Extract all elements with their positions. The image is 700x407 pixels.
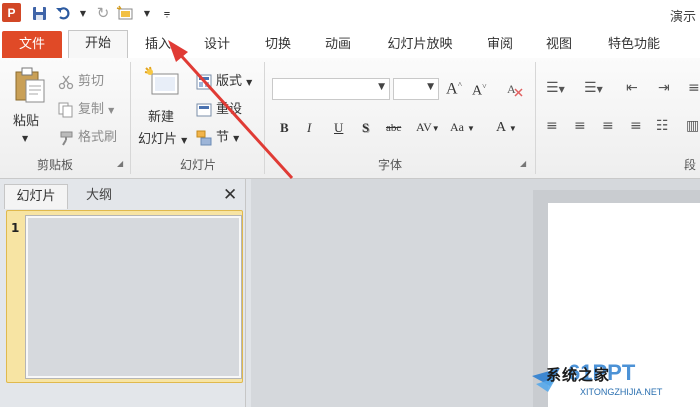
- powerpoint-logo-icon[interactable]: P: [2, 3, 21, 22]
- tab-outline[interactable]: 大纲: [68, 184, 130, 207]
- font-color-button[interactable]: A ▼: [496, 120, 517, 136]
- paste-button[interactable]: 粘贴: [13, 110, 39, 129]
- reset-label: 重设: [216, 102, 243, 117]
- paragraph-group-label: 段: [683, 158, 696, 172]
- watermark-brand: 系统之家: [546, 366, 611, 384]
- undo-dropdown-icon[interactable]: ▼: [74, 4, 92, 22]
- paste-label: 粘贴: [13, 114, 40, 129]
- new-slide-icon[interactable]: [116, 4, 134, 22]
- tab-review[interactable]: 审阅: [480, 32, 520, 58]
- grow-font-button[interactable]: A˄: [446, 80, 462, 98]
- slide-thumbnail[interactable]: [25, 215, 242, 379]
- customize-icon[interactable]: ⩦: [158, 4, 176, 22]
- paste-dropdown-icon[interactable]: ▼: [22, 134, 28, 143]
- close-icon[interactable]: ✕: [223, 185, 237, 205]
- bold-button[interactable]: B: [280, 120, 289, 136]
- watermark-url: XITONGZHIJIA.NET: [580, 387, 663, 397]
- align-right-icon[interactable]: ≡: [602, 118, 614, 134]
- character-spacing-button[interactable]: AV▼: [416, 120, 440, 135]
- section-label: 节: [216, 130, 230, 145]
- tab-transitions[interactable]: 切换: [258, 32, 298, 58]
- align-center-icon[interactable]: ≡: [574, 118, 586, 134]
- columns-icon[interactable]: ▥: [686, 118, 699, 134]
- font-color-glyph: A: [496, 120, 506, 135]
- spacing-glyph: AV: [416, 120, 432, 134]
- tab-home[interactable]: 开始: [68, 30, 128, 60]
- ribbon-home: 粘贴 ▼ 剪切 复制 ▼ 格式刷 剪贴板 ◢ 新建 幻灯片 ▼ 版式 ▼ 重设 …: [0, 58, 700, 179]
- tab-view[interactable]: 视图: [539, 32, 579, 58]
- new-slide-line1[interactable]: 新建: [148, 106, 174, 125]
- svg-text:A: A: [507, 82, 516, 96]
- ribbon-tab-row: 文件 开始 插入 设计 切换 动画 幻灯片放映 审阅 视图 特色功能: [0, 28, 700, 60]
- group-divider: [535, 62, 536, 174]
- decrease-indent-icon[interactable]: ⇤: [626, 80, 638, 96]
- tab-file[interactable]: 文件: [2, 31, 62, 59]
- underline-button[interactable]: U: [334, 120, 343, 136]
- reset-icon: [196, 102, 212, 118]
- align-left-icon[interactable]: ≡: [546, 118, 558, 134]
- undo-icon[interactable]: [54, 4, 72, 22]
- shrink-font-glyph: A: [472, 83, 483, 99]
- group-divider: [264, 62, 265, 174]
- line-spacing-icon[interactable]: ≡: [688, 80, 700, 96]
- title-bar: P ▼ ↻ ▼ ⩦ 演示: [0, 0, 700, 28]
- cut-label: 剪切: [78, 74, 105, 89]
- clipboard-group-label: 剪贴板: [36, 158, 73, 172]
- copy-icon: [58, 102, 74, 118]
- tab-design[interactable]: 设计: [197, 32, 237, 58]
- format-painter-icon: [58, 130, 74, 146]
- layout-button[interactable]: 版式 ▼: [196, 70, 252, 90]
- slides-group-label: 幻灯片: [179, 158, 216, 172]
- case-glyph: Aa: [450, 120, 464, 134]
- slide-number: 1: [11, 221, 20, 235]
- change-case-button[interactable]: Aa ▼: [450, 120, 475, 135]
- copy-label: 复制: [78, 102, 105, 117]
- layout-label: 版式: [216, 74, 243, 89]
- strikethrough-button[interactable]: abc: [386, 122, 401, 134]
- paste-icon[interactable]: [12, 66, 48, 106]
- distributed-icon[interactable]: ☷: [656, 118, 669, 134]
- tab-special-features[interactable]: 特色功能: [600, 32, 668, 58]
- clear-formatting-icon[interactable]: A: [506, 80, 524, 102]
- shadow-button[interactable]: S: [362, 120, 369, 136]
- chevron-down-icon: ▼: [378, 82, 385, 92]
- tab-animations[interactable]: 动画: [318, 32, 358, 58]
- document-title: 演示: [670, 10, 697, 25]
- clipboard-launcher-icon[interactable]: ◢: [117, 159, 123, 168]
- justify-icon[interactable]: ≡: [630, 118, 642, 134]
- tab-insert[interactable]: 插入: [140, 32, 176, 58]
- format-painter-button[interactable]: 格式刷: [58, 126, 117, 146]
- new-slide-large-icon[interactable]: [144, 66, 180, 102]
- copy-button[interactable]: 复制 ▼: [58, 98, 114, 118]
- font-size-combobox[interactable]: ▼: [393, 78, 439, 100]
- group-divider: [130, 62, 131, 174]
- numbering-icon[interactable]: ☰▼: [584, 80, 603, 96]
- save-icon[interactable]: [30, 4, 48, 22]
- grow-font-glyph: A: [446, 80, 458, 98]
- italic-button[interactable]: I: [307, 120, 311, 136]
- tab-slides[interactable]: 幻灯片: [4, 184, 68, 209]
- reset-button[interactable]: 重设: [196, 98, 242, 118]
- cut-button[interactable]: 剪切: [58, 70, 104, 90]
- section-button[interactable]: 节 ▼: [196, 126, 239, 146]
- scissors-icon: [58, 74, 74, 90]
- redo-icon[interactable]: ↻: [94, 4, 112, 22]
- shrink-font-button[interactable]: A˅: [472, 82, 487, 100]
- font-name-combobox[interactable]: ▼: [272, 78, 390, 100]
- tab-slideshow[interactable]: 幻灯片放映: [380, 32, 460, 58]
- font-launcher-icon[interactable]: ◢: [520, 159, 526, 168]
- new-slide-button[interactable]: 幻灯片 ▼: [138, 128, 187, 147]
- increase-indent-icon[interactable]: ⇥: [658, 80, 670, 96]
- bullets-icon[interactable]: ☰▼: [546, 80, 565, 96]
- layout-icon: [196, 74, 212, 90]
- chevron-down-icon: ▼: [427, 82, 434, 92]
- new-slide-label: 幻灯片: [138, 132, 178, 147]
- section-icon: [196, 130, 212, 146]
- format-painter-label: 格式刷: [78, 130, 118, 145]
- quick-access-dropdown-icon[interactable]: ▼: [138, 4, 156, 22]
- font-group-label: 字体: [377, 158, 402, 172]
